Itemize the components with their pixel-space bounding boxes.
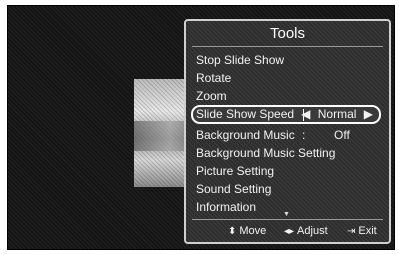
speed-value: Normal bbox=[317, 107, 357, 121]
menu-item-label: Background Music Setting bbox=[196, 146, 336, 160]
left-arrow-icon[interactable]: ◀ bbox=[301, 107, 310, 121]
menu-item-slide-show-speed[interactable]: Slide Show Speed ◀ Normal ▶ bbox=[191, 105, 381, 124]
adjust-label: Adjust bbox=[297, 225, 328, 237]
menu-item-label: Background Music bbox=[196, 128, 295, 142]
exit-label: Exit bbox=[358, 225, 377, 237]
menu-item-stop-slide-show[interactable]: Stop Slide Show bbox=[196, 51, 382, 70]
speed-selector[interactable]: ◀ Normal ▶ bbox=[301, 107, 373, 122]
menu-item-sound-setting[interactable]: Sound Setting bbox=[196, 180, 382, 199]
separator: : bbox=[302, 128, 306, 142]
menu-item-background-music-setting[interactable]: Background Music Setting bbox=[196, 144, 382, 163]
move-label: Move bbox=[239, 225, 267, 237]
menu-item-label: Sound Setting bbox=[196, 182, 272, 196]
tv-screen: Tools Stop Slide Show Rotate Zoom Slide … bbox=[7, 5, 395, 250]
menu-item-label: Slide Show Speed bbox=[196, 107, 295, 121]
menu-item-background-music[interactable]: Background Music : Off bbox=[196, 126, 382, 145]
menu-item-label: Information bbox=[196, 200, 257, 214]
exit-icon: ⇥ bbox=[347, 226, 356, 237]
tools-panel: Tools Stop Slide Show Rotate Zoom Slide … bbox=[184, 19, 391, 244]
menu-item-zoom[interactable]: Zoom bbox=[196, 87, 382, 106]
adjust-hint: ◂▸ Adjust bbox=[284, 221, 328, 242]
left-right-arrow-icon: ◂▸ bbox=[284, 226, 295, 237]
exit-hint[interactable]: ⇥ Exit bbox=[347, 221, 377, 242]
background-music-value: Off bbox=[334, 128, 350, 142]
menu-item-label: Picture Setting bbox=[196, 164, 275, 178]
menu-item-label: Rotate bbox=[196, 71, 232, 85]
footer-hints: ⬍ Move ◂▸ Adjust ⇥ Exit bbox=[192, 219, 383, 240]
panel-title: Tools bbox=[269, 25, 306, 42]
menu-item-rotate[interactable]: Rotate bbox=[196, 69, 382, 88]
title-divider bbox=[192, 46, 383, 47]
menu-item-picture-setting[interactable]: Picture Setting bbox=[196, 162, 382, 181]
up-down-arrow-icon: ⬍ bbox=[228, 226, 237, 237]
menu-item-label: Stop Slide Show bbox=[196, 53, 285, 67]
scroll-down-arrow-icon[interactable]: ▼ bbox=[283, 211, 290, 218]
right-arrow-icon[interactable]: ▶ bbox=[364, 107, 373, 121]
move-hint: ⬍ Move bbox=[228, 221, 266, 242]
menu-item-label: Zoom bbox=[196, 89, 227, 103]
